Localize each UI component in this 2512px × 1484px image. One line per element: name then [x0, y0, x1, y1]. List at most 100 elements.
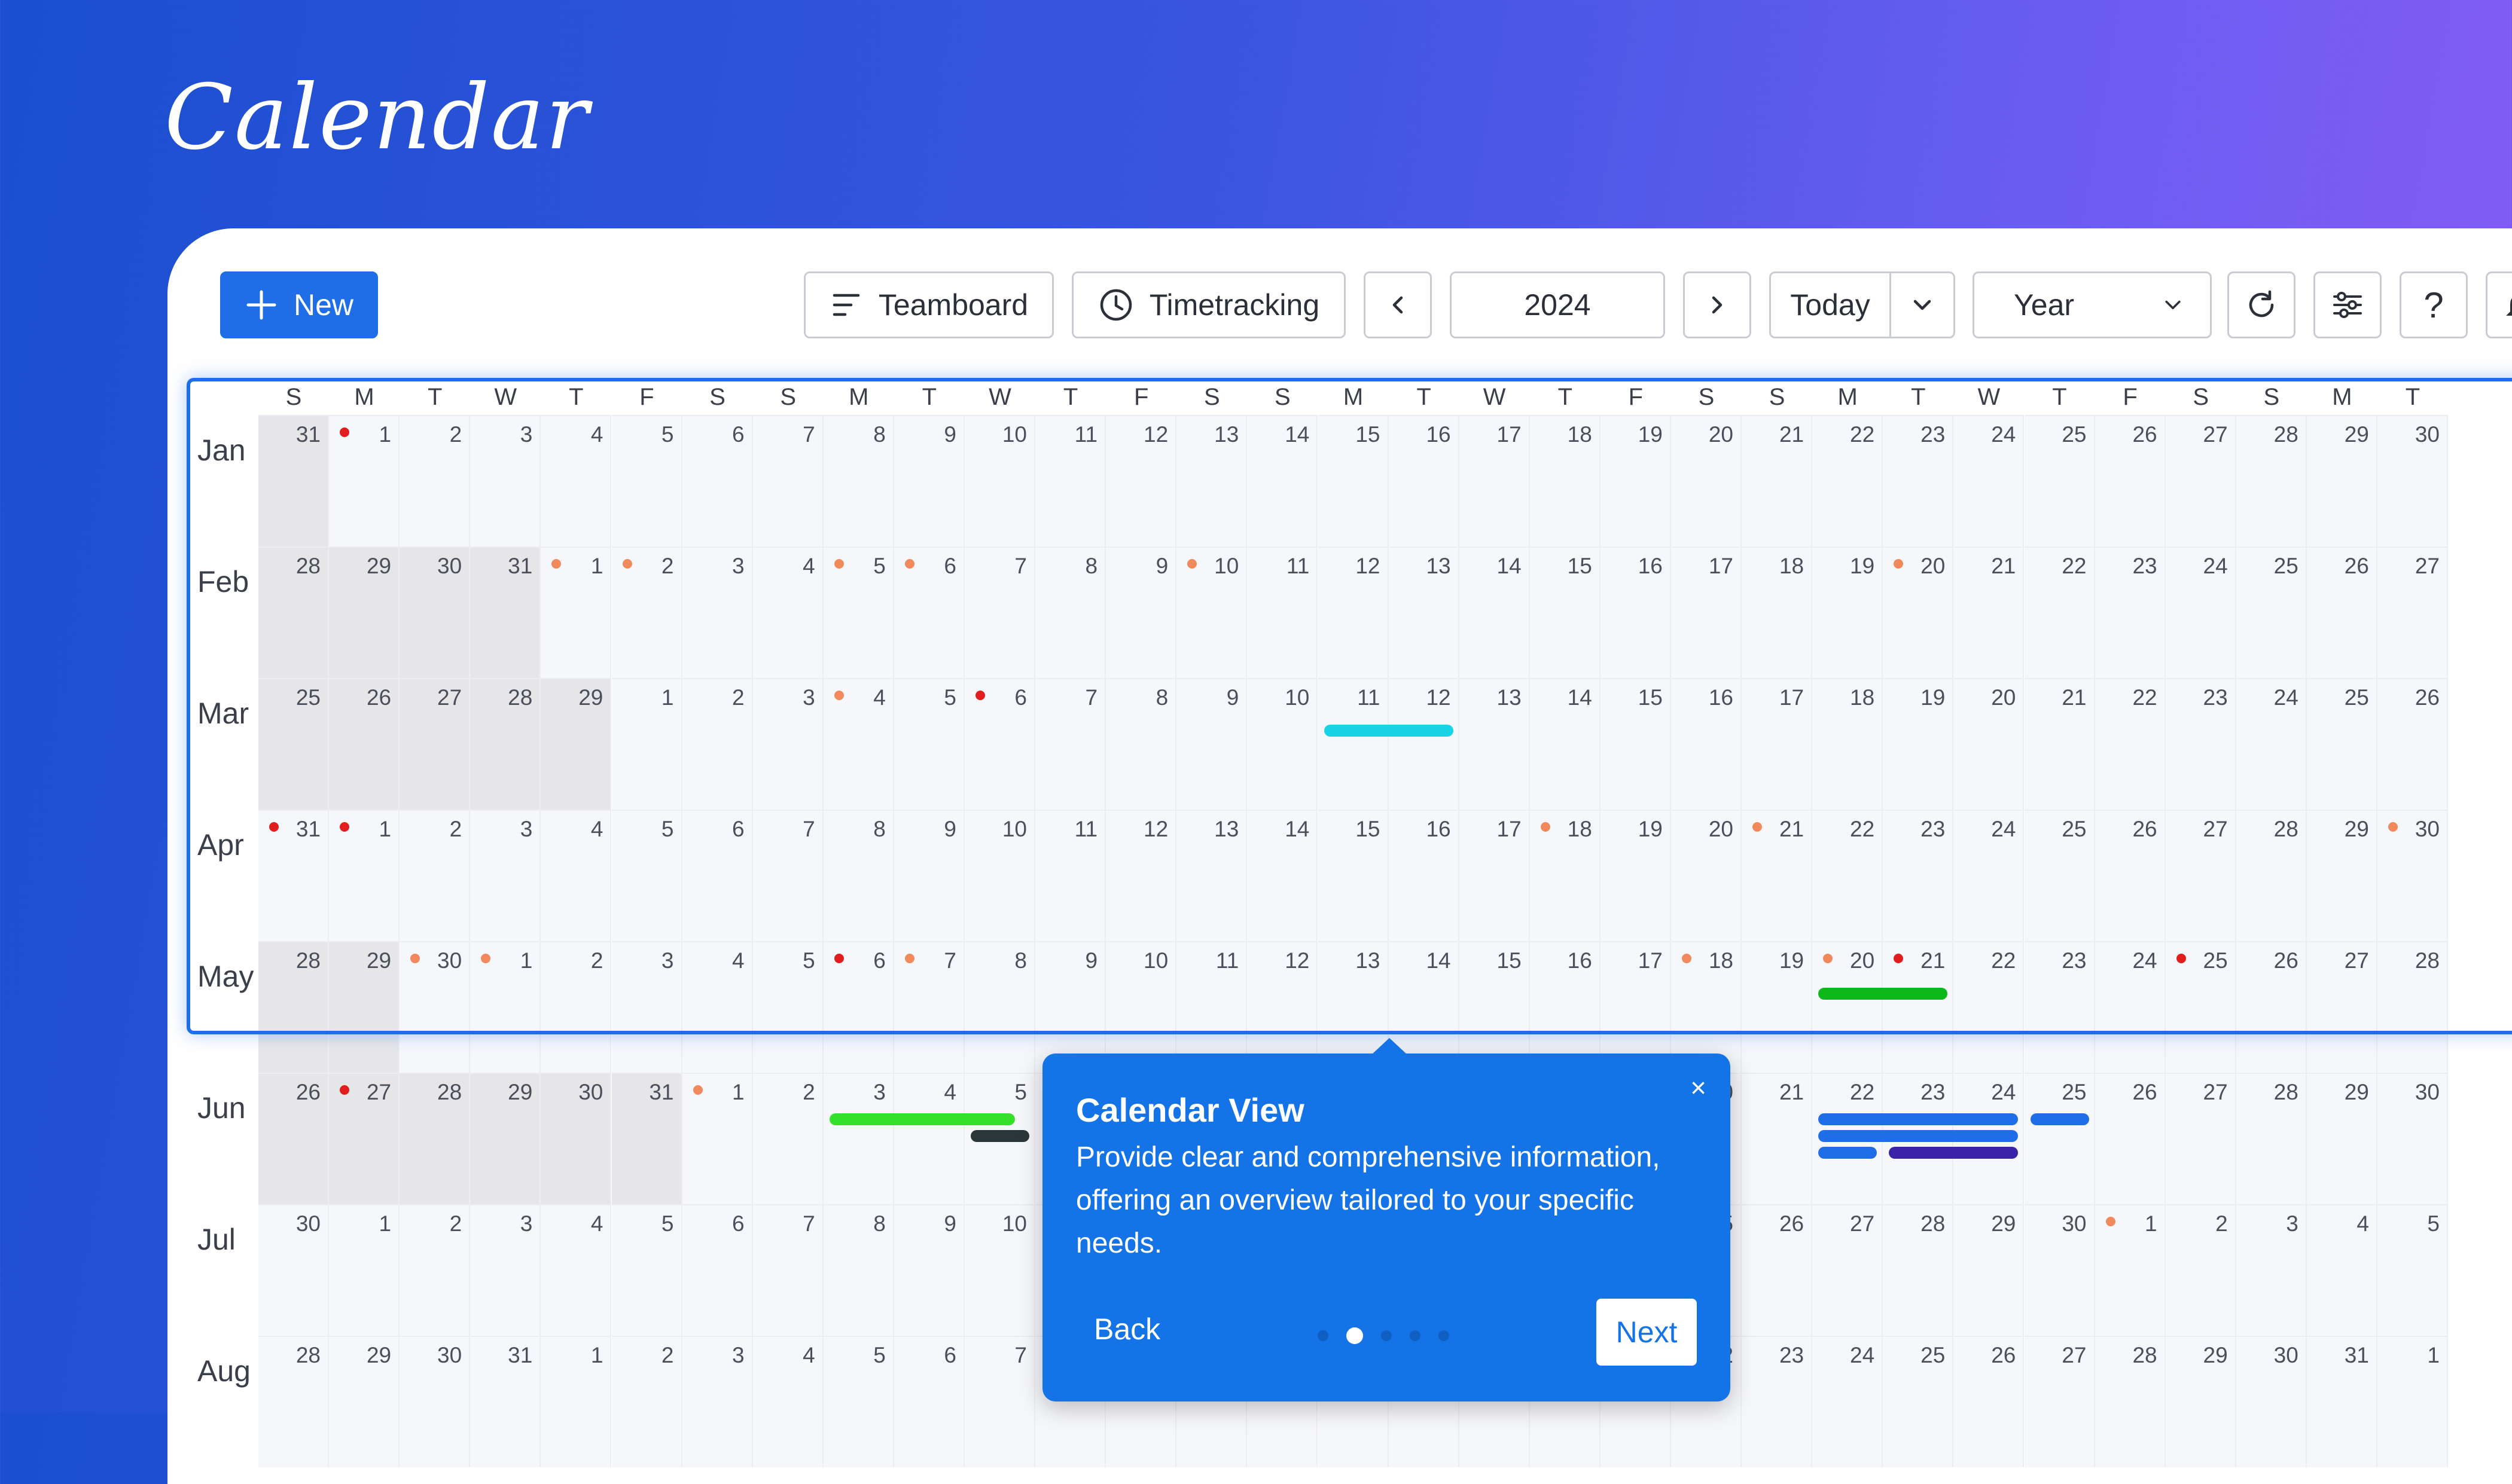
- day-cell[interactable]: 7: [965, 546, 1035, 678]
- day-cell[interactable]: 8: [823, 1204, 894, 1336]
- day-cell[interactable]: 10: [965, 415, 1035, 546]
- day-cell[interactable]: 1: [329, 415, 400, 546]
- day-cell[interactable]: 4: [752, 1336, 824, 1467]
- event-bar[interactable]: [971, 1130, 1030, 1142]
- event-bar[interactable]: [2030, 1113, 2089, 1125]
- day-cell[interactable]: 25: [2165, 941, 2236, 1073]
- day-cell[interactable]: 17: [1671, 546, 1742, 678]
- day-cell[interactable]: 20: [1812, 941, 1883, 1073]
- day-cell[interactable]: 24: [2236, 678, 2307, 810]
- day-cell[interactable]: 1: [2095, 1204, 2166, 1336]
- day-cell[interactable]: 1: [329, 810, 400, 941]
- prev-year-button[interactable]: [1364, 271, 1432, 338]
- day-cell[interactable]: 9: [1035, 941, 1106, 1073]
- day-cell[interactable]: 13: [1388, 546, 1459, 678]
- day-cell[interactable]: 14: [1247, 415, 1318, 546]
- day-cell[interactable]: 13: [1459, 678, 1530, 810]
- day-cell[interactable]: 10: [1106, 941, 1177, 1073]
- day-cell[interactable]: 28: [1883, 1204, 1954, 1336]
- day-cell[interactable]: 31: [470, 1336, 541, 1467]
- day-cell[interactable]: 16: [1388, 415, 1459, 546]
- day-cell[interactable]: 29: [329, 941, 400, 1073]
- close-icon[interactable]: ×: [1690, 1071, 1706, 1104]
- day-cell[interactable]: 1: [329, 1204, 400, 1336]
- event-dot[interactable]: [1752, 822, 1763, 832]
- day-cell[interactable]: 28: [2236, 810, 2307, 941]
- day-cell[interactable]: 6: [682, 810, 753, 941]
- day-cell[interactable]: 26: [2306, 546, 2377, 678]
- day-cell[interactable]: 4: [541, 810, 612, 941]
- day-cell[interactable]: 12: [1247, 941, 1318, 1073]
- day-cell[interactable]: 2: [400, 1204, 471, 1336]
- day-cell[interactable]: 3: [470, 810, 541, 941]
- day-cell[interactable]: 3: [823, 1073, 894, 1204]
- day-cell[interactable]: 30: [2377, 1073, 2448, 1204]
- day-cell[interactable]: 26: [329, 678, 400, 810]
- day-cell[interactable]: 21: [1883, 941, 1954, 1073]
- day-cell[interactable]: 2: [611, 1336, 682, 1467]
- event-dot[interactable]: [2176, 954, 2186, 963]
- day-cell[interactable]: 3: [611, 941, 682, 1073]
- day-cell[interactable]: 30: [400, 941, 471, 1073]
- day-cell[interactable]: 26: [1742, 1204, 1813, 1336]
- day-cell[interactable]: 29: [470, 1073, 541, 1204]
- day-cell[interactable]: 30: [2024, 1204, 2095, 1336]
- day-cell[interactable]: 18: [1671, 941, 1742, 1073]
- refresh-button[interactable]: [2227, 271, 2295, 338]
- next-year-button[interactable]: [1683, 271, 1751, 338]
- day-cell[interactable]: 27: [329, 1073, 400, 1204]
- day-cell[interactable]: 28: [258, 1336, 329, 1467]
- day-cell[interactable]: 15: [1318, 810, 1389, 941]
- day-cell[interactable]: 31: [2306, 1336, 2377, 1467]
- day-cell[interactable]: 27: [2165, 415, 2236, 546]
- day-cell[interactable]: 17: [1459, 415, 1530, 546]
- day-cell[interactable]: 21: [1742, 415, 1813, 546]
- day-cell[interactable]: 5: [611, 415, 682, 546]
- day-cell[interactable]: 5: [752, 941, 824, 1073]
- day-cell[interactable]: 17: [1600, 941, 1671, 1073]
- day-cell[interactable]: 12: [1318, 546, 1389, 678]
- day-cell[interactable]: 7: [894, 941, 965, 1073]
- day-cell[interactable]: 3: [682, 1336, 753, 1467]
- event-dot[interactable]: [1682, 954, 1691, 963]
- day-cell[interactable]: 5: [894, 678, 965, 810]
- day-cell[interactable]: 27: [400, 678, 471, 810]
- day-cell[interactable]: 4: [682, 941, 753, 1073]
- event-bar[interactable]: [1818, 1130, 2019, 1142]
- day-cell[interactable]: 10: [1176, 546, 1248, 678]
- new-button[interactable]: New: [220, 271, 378, 338]
- event-dot[interactable]: [340, 428, 350, 437]
- day-cell[interactable]: 15: [1459, 941, 1530, 1073]
- day-cell[interactable]: 13: [1176, 810, 1248, 941]
- day-cell[interactable]: 19: [1600, 415, 1671, 546]
- event-dot[interactable]: [269, 822, 279, 832]
- day-cell[interactable]: 11: [1176, 941, 1248, 1073]
- day-cell[interactable]: 14: [1247, 810, 1318, 941]
- day-cell[interactable]: 23: [2095, 546, 2166, 678]
- day-cell[interactable]: 7: [752, 810, 824, 941]
- day-cell[interactable]: 26: [2095, 1073, 2166, 1204]
- day-cell[interactable]: 18: [1529, 810, 1601, 941]
- event-dot[interactable]: [2388, 822, 2398, 832]
- day-cell[interactable]: 30: [2377, 810, 2448, 941]
- day-cell[interactable]: 26: [2095, 415, 2166, 546]
- day-cell[interactable]: 26: [258, 1073, 329, 1204]
- day-cell[interactable]: 10: [965, 810, 1035, 941]
- day-cell[interactable]: 3: [470, 1204, 541, 1336]
- day-cell[interactable]: 28: [470, 678, 541, 810]
- day-cell[interactable]: 23: [1883, 810, 1954, 941]
- day-cell[interactable]: 2: [2165, 1204, 2236, 1336]
- day-cell[interactable]: 10: [1247, 678, 1318, 810]
- day-cell[interactable]: 15: [1529, 546, 1601, 678]
- day-cell[interactable]: 30: [400, 1336, 471, 1467]
- event-dot[interactable]: [975, 691, 985, 700]
- day-cell[interactable]: 8: [1035, 546, 1106, 678]
- day-cell[interactable]: 11: [1318, 678, 1389, 810]
- day-cell[interactable]: 24: [1953, 415, 2025, 546]
- day-cell[interactable]: 1: [611, 678, 682, 810]
- day-cell[interactable]: 29: [1953, 1204, 2025, 1336]
- today-dropdown-button[interactable]: [1889, 271, 1955, 338]
- back-button[interactable]: Back: [1094, 1312, 1160, 1346]
- day-cell[interactable]: 6: [682, 415, 753, 546]
- day-cell[interactable]: 28: [258, 941, 329, 1073]
